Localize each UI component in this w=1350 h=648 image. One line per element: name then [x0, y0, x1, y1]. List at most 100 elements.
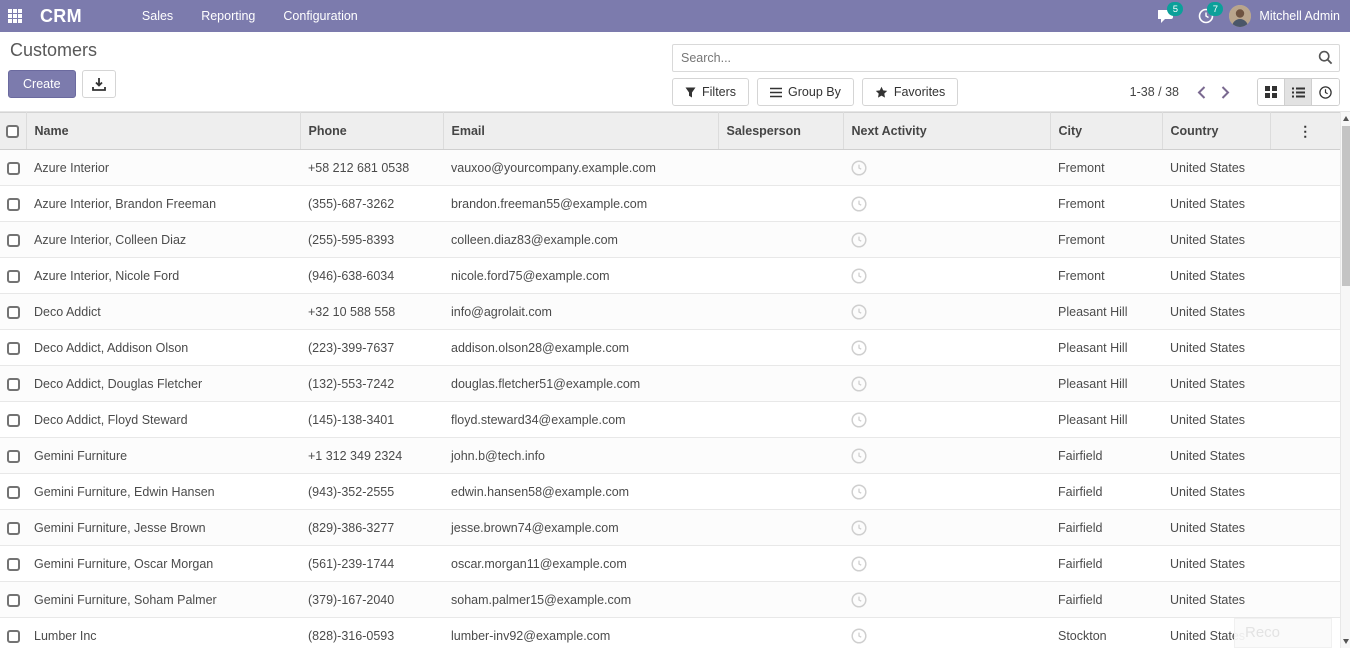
- cell-salesperson[interactable]: [718, 366, 843, 402]
- cell-phone[interactable]: (828)-316-0593: [300, 618, 443, 648]
- cell-city[interactable]: Fairfield: [1050, 438, 1162, 474]
- cell-email[interactable]: oscar.morgan11@example.com: [443, 546, 718, 582]
- cell-country[interactable]: United States: [1162, 222, 1270, 258]
- cell-email[interactable]: addison.olson28@example.com: [443, 330, 718, 366]
- next-activity-clock-icon[interactable]: [851, 556, 867, 572]
- row-checkbox[interactable]: [7, 558, 20, 571]
- next-activity-clock-icon[interactable]: [851, 520, 867, 536]
- favorites-button[interactable]: Favorites: [862, 78, 958, 106]
- cell-salesperson[interactable]: [718, 582, 843, 618]
- cell-phone[interactable]: (355)-687-3262: [300, 186, 443, 222]
- cell-email[interactable]: vauxoo@yourcompany.example.com: [443, 150, 718, 186]
- next-activity-clock-icon[interactable]: [851, 484, 867, 500]
- activity-view-button[interactable]: [1312, 79, 1339, 105]
- cell-name[interactable]: Gemini Furniture, Soham Palmer: [26, 582, 300, 618]
- cell-salesperson[interactable]: [718, 330, 843, 366]
- pager-previous-button[interactable]: [1189, 79, 1213, 105]
- cell-phone[interactable]: (132)-553-7242: [300, 366, 443, 402]
- cell-next-activity[interactable]: [843, 366, 1050, 402]
- cell-next-activity[interactable]: [843, 510, 1050, 546]
- column-header-city[interactable]: City: [1050, 113, 1162, 150]
- cell-salesperson[interactable]: [718, 222, 843, 258]
- cell-city[interactable]: Fremont: [1050, 186, 1162, 222]
- cell-city[interactable]: Pleasant Hill: [1050, 294, 1162, 330]
- cell-phone[interactable]: +32 10 588 558: [300, 294, 443, 330]
- menu-reporting[interactable]: Reporting: [189, 0, 267, 32]
- cell-salesperson[interactable]: [718, 186, 843, 222]
- cell-next-activity[interactable]: [843, 618, 1050, 648]
- list-view-button[interactable]: [1285, 79, 1312, 105]
- next-activity-clock-icon[interactable]: [851, 628, 867, 644]
- cell-name[interactable]: Deco Addict, Douglas Fletcher: [26, 366, 300, 402]
- cell-city[interactable]: Fremont: [1050, 150, 1162, 186]
- cell-next-activity[interactable]: [843, 294, 1050, 330]
- cell-email[interactable]: edwin.hansen58@example.com: [443, 474, 718, 510]
- cell-salesperson[interactable]: [718, 402, 843, 438]
- cell-email[interactable]: john.b@tech.info: [443, 438, 718, 474]
- cell-phone[interactable]: (145)-138-3401: [300, 402, 443, 438]
- table-row[interactable]: Deco Addict, Addison Olson (223)-399-763…: [0, 330, 1340, 366]
- cell-phone[interactable]: (829)-386-3277: [300, 510, 443, 546]
- table-row[interactable]: Gemini Furniture +1 312 349 2324 john.b@…: [0, 438, 1340, 474]
- cell-country[interactable]: United States: [1162, 402, 1270, 438]
- next-activity-clock-icon[interactable]: [851, 304, 867, 320]
- row-checkbox[interactable]: [7, 270, 20, 283]
- vertical-scrollbar[interactable]: [1340, 112, 1350, 648]
- column-header-next-activity[interactable]: Next Activity: [843, 113, 1050, 150]
- group-by-button[interactable]: Group By: [757, 78, 854, 106]
- row-checkbox[interactable]: [7, 342, 20, 355]
- row-checkbox[interactable]: [7, 522, 20, 535]
- cell-email[interactable]: lumber-inv92@example.com: [443, 618, 718, 648]
- cell-next-activity[interactable]: [843, 582, 1050, 618]
- cell-name[interactable]: Gemini Furniture, Oscar Morgan: [26, 546, 300, 582]
- menu-sales[interactable]: Sales: [130, 0, 185, 32]
- kanban-view-button[interactable]: [1258, 79, 1285, 105]
- cell-next-activity[interactable]: [843, 222, 1050, 258]
- column-header-email[interactable]: Email: [443, 113, 718, 150]
- cell-name[interactable]: Azure Interior: [26, 150, 300, 186]
- table-row[interactable]: Azure Interior, Colleen Diaz (255)-595-8…: [0, 222, 1340, 258]
- cell-city[interactable]: Fairfield: [1050, 546, 1162, 582]
- column-header-salesperson[interactable]: Salesperson: [718, 113, 843, 150]
- row-checkbox[interactable]: [7, 414, 20, 427]
- row-checkbox[interactable]: [7, 198, 20, 211]
- cell-city[interactable]: Pleasant Hill: [1050, 402, 1162, 438]
- cell-email[interactable]: jesse.brown74@example.com: [443, 510, 718, 546]
- activities-button[interactable]: 7: [1189, 0, 1223, 32]
- cell-country[interactable]: United States: [1162, 186, 1270, 222]
- cell-name[interactable]: Gemini Furniture, Jesse Brown: [26, 510, 300, 546]
- cell-city[interactable]: Fremont: [1050, 258, 1162, 294]
- column-header-phone[interactable]: Phone: [300, 113, 443, 150]
- cell-name[interactable]: Azure Interior, Colleen Diaz: [26, 222, 300, 258]
- cell-phone[interactable]: (943)-352-2555: [300, 474, 443, 510]
- cell-name[interactable]: Azure Interior, Brandon Freeman: [26, 186, 300, 222]
- cell-name[interactable]: Gemini Furniture: [26, 438, 300, 474]
- cell-salesperson[interactable]: [718, 510, 843, 546]
- cell-name[interactable]: Azure Interior, Nicole Ford: [26, 258, 300, 294]
- cell-email[interactable]: brandon.freeman55@example.com: [443, 186, 718, 222]
- next-activity-clock-icon[interactable]: [851, 592, 867, 608]
- next-activity-clock-icon[interactable]: [851, 160, 867, 176]
- cell-country[interactable]: United States: [1162, 294, 1270, 330]
- cell-phone[interactable]: +1 312 349 2324: [300, 438, 443, 474]
- select-all-checkbox[interactable]: [6, 125, 19, 138]
- cell-country[interactable]: United States: [1162, 150, 1270, 186]
- table-row[interactable]: Gemini Furniture, Jesse Brown (829)-386-…: [0, 510, 1340, 546]
- cell-country[interactable]: United States: [1162, 258, 1270, 294]
- row-checkbox[interactable]: [7, 630, 20, 643]
- scrollbar-down-arrow[interactable]: [1343, 639, 1349, 644]
- cell-email[interactable]: nicole.ford75@example.com: [443, 258, 718, 294]
- cell-salesperson[interactable]: [718, 294, 843, 330]
- row-checkbox[interactable]: [7, 234, 20, 247]
- cell-next-activity[interactable]: [843, 258, 1050, 294]
- row-checkbox[interactable]: [7, 162, 20, 175]
- user-name[interactable]: Mitchell Admin: [1259, 9, 1340, 23]
- table-row[interactable]: Deco Addict +32 10 588 558 info@agrolait…: [0, 294, 1340, 330]
- table-row[interactable]: Gemini Furniture, Edwin Hansen (943)-352…: [0, 474, 1340, 510]
- row-checkbox[interactable]: [7, 486, 20, 499]
- next-activity-clock-icon[interactable]: [851, 376, 867, 392]
- row-checkbox[interactable]: [7, 450, 20, 463]
- cell-city[interactable]: Fairfield: [1050, 510, 1162, 546]
- row-checkbox[interactable]: [7, 306, 20, 319]
- cell-email[interactable]: info@agrolait.com: [443, 294, 718, 330]
